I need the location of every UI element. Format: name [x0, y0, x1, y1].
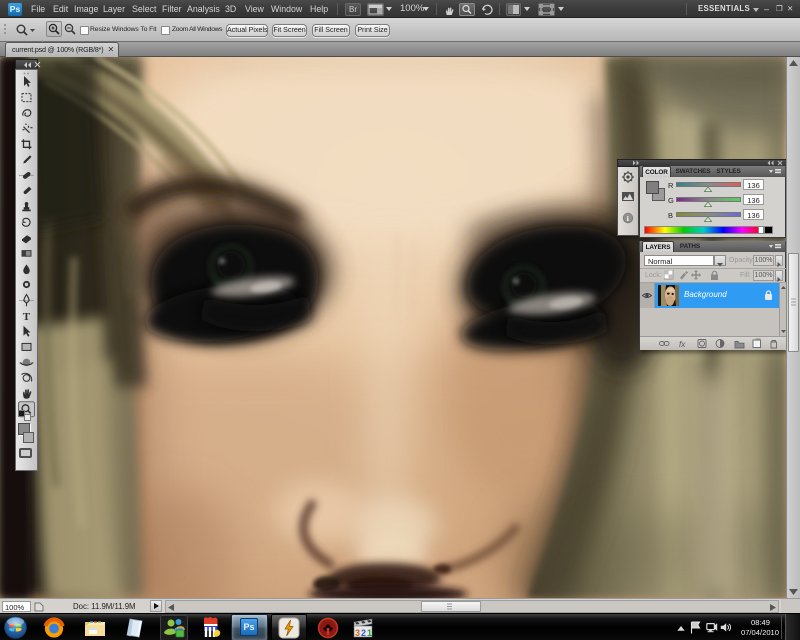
svg-text:1: 1: [367, 628, 372, 638]
svg-text:2: 2: [361, 628, 366, 638]
svg-text:fx: fx: [679, 340, 686, 349]
svg-text:T: T: [23, 311, 31, 323]
svg-text:i: i: [627, 214, 629, 223]
svg-text:3: 3: [355, 628, 360, 638]
